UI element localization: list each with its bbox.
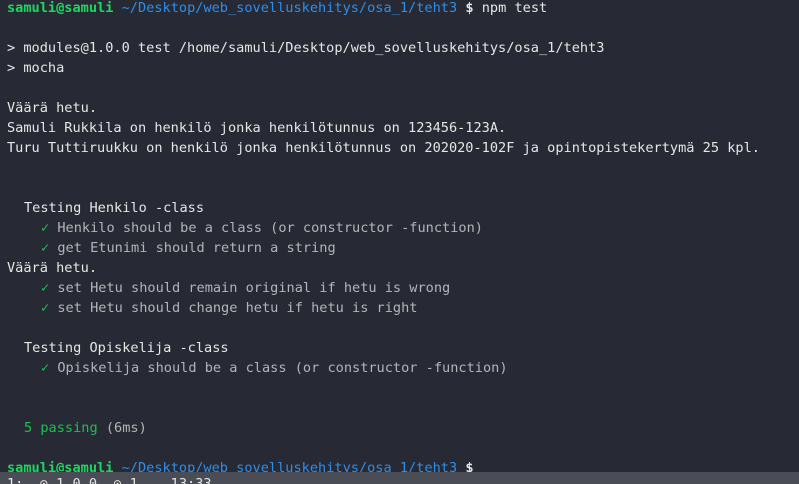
npm-output-line: > mocha: [7, 60, 65, 76]
program-output-line: Samuli Rukkila on henkilö jonka henkilöt…: [7, 120, 507, 136]
check-icon: ✓: [41, 280, 50, 296]
test-name: Opiskelija should be a class (or constru…: [57, 360, 508, 376]
program-output-line: Väärä hetu.: [7, 100, 98, 116]
check-icon: ✓: [41, 300, 50, 316]
test-name: Henkilo should be a class (or constructo…: [57, 220, 483, 236]
prompt-line: samuli@samuli ~/Desktop/web_sovelluskehi…: [7, 0, 799, 20]
test-result-row: ✓ set Hetu should change hetu if hetu is…: [7, 300, 799, 320]
prompt-user-host: samuli@samuli: [7, 0, 114, 16]
prompt-symbol: $: [465, 0, 474, 16]
test-result-row: ✓ get Etunimi should return a string: [7, 240, 799, 260]
test-result-row: ✓ set Hetu should remain original if het…: [7, 280, 799, 300]
test-result-row: ✓ Opiskelija should be a class (or const…: [7, 360, 799, 380]
terminal-window[interactable]: samuli@samuli ~/Desktop/web_sovelluskehi…: [0, 0, 799, 484]
passing-count: 5 passing: [24, 420, 98, 436]
test-result-row: ✓ Henkilo should be a class (or construc…: [7, 220, 799, 240]
status-bar: 1: ⊙ 1.0.0 ⊙ 1. 13:33: [0, 472, 799, 484]
prompt-path: ~/Desktop/web_sovelluskehitys/osa_1/teht…: [121, 0, 458, 16]
check-icon: ✓: [41, 220, 50, 236]
suite-title: Testing Opiskelija -class: [24, 340, 229, 356]
status-bar-text: 1: ⊙ 1.0.0 ⊙ 1. 13:33: [7, 476, 212, 484]
check-icon: ✓: [41, 360, 50, 376]
suite-title: Testing Henkilo -class: [24, 200, 205, 216]
command-text: npm test: [481, 0, 548, 16]
program-output-line: Turu Tuttiruukku on henkilö jonka henkil…: [7, 140, 760, 156]
test-summary: 5 passing (6ms): [7, 420, 799, 440]
npm-output-line: > modules@1.0.0 test /home/samuli/Deskto…: [7, 40, 605, 56]
test-name: get Etunimi should return a string: [57, 240, 336, 256]
program-output-line: Väärä hetu.: [7, 260, 98, 276]
test-duration: (6ms): [105, 420, 147, 436]
check-icon: ✓: [41, 240, 50, 256]
test-name: set Hetu should remain original if hetu …: [57, 280, 451, 296]
test-name: set Hetu should change hetu if hetu is r…: [57, 300, 418, 316]
